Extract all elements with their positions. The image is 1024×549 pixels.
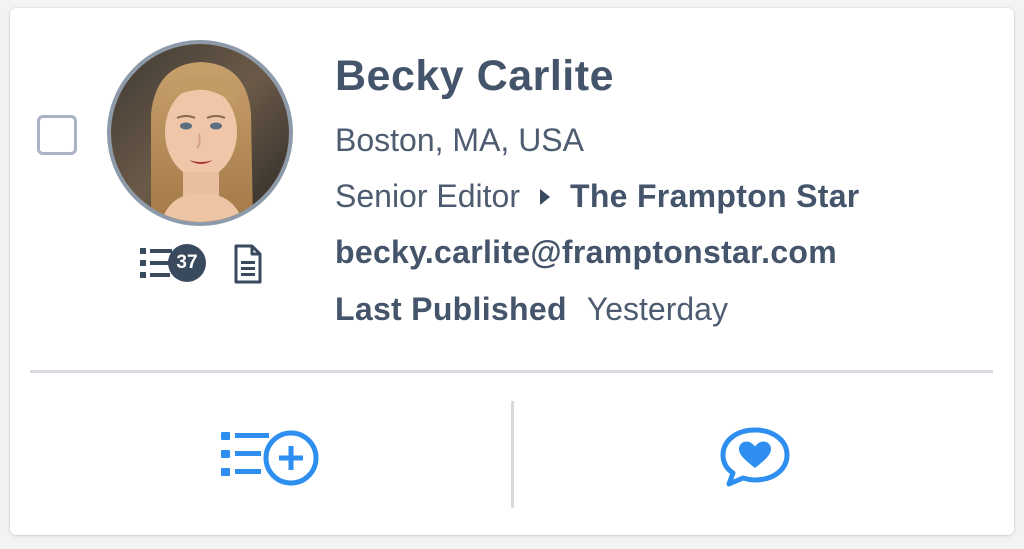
profile-location: Boston, MA, USA [335,122,584,158]
last-published-label: Last Published [335,291,567,327]
card-divider [30,370,993,373]
select-checkbox[interactable] [37,115,77,155]
action-divider [511,401,514,508]
profile-role-row: Senior Editor The Frampton Star [335,178,860,215]
profile-email[interactable]: becky.carlite@framptonstar.com [335,234,837,271]
caret-right-icon [539,188,550,205]
avatar [107,40,293,226]
add-to-list-button[interactable] [30,378,510,535]
profile-role: Senior Editor [335,178,520,214]
list-add-icon [221,430,319,485]
document-icon[interactable] [232,244,264,284]
profile-organization[interactable]: The Frampton Star [570,178,860,215]
meta-icons: 37 [138,240,268,288]
favorite-button[interactable] [515,378,995,535]
profile-card: 37 Becky Carlite Boston, MA, USA Senior … [10,8,1014,535]
list-count-badge: 37 [168,244,206,282]
last-published-row: Last Published Yesterday [335,291,728,328]
heart-chat-icon [720,427,790,486]
profile-name[interactable]: Becky Carlite [335,52,614,101]
last-published-value: Yesterday [586,291,728,327]
